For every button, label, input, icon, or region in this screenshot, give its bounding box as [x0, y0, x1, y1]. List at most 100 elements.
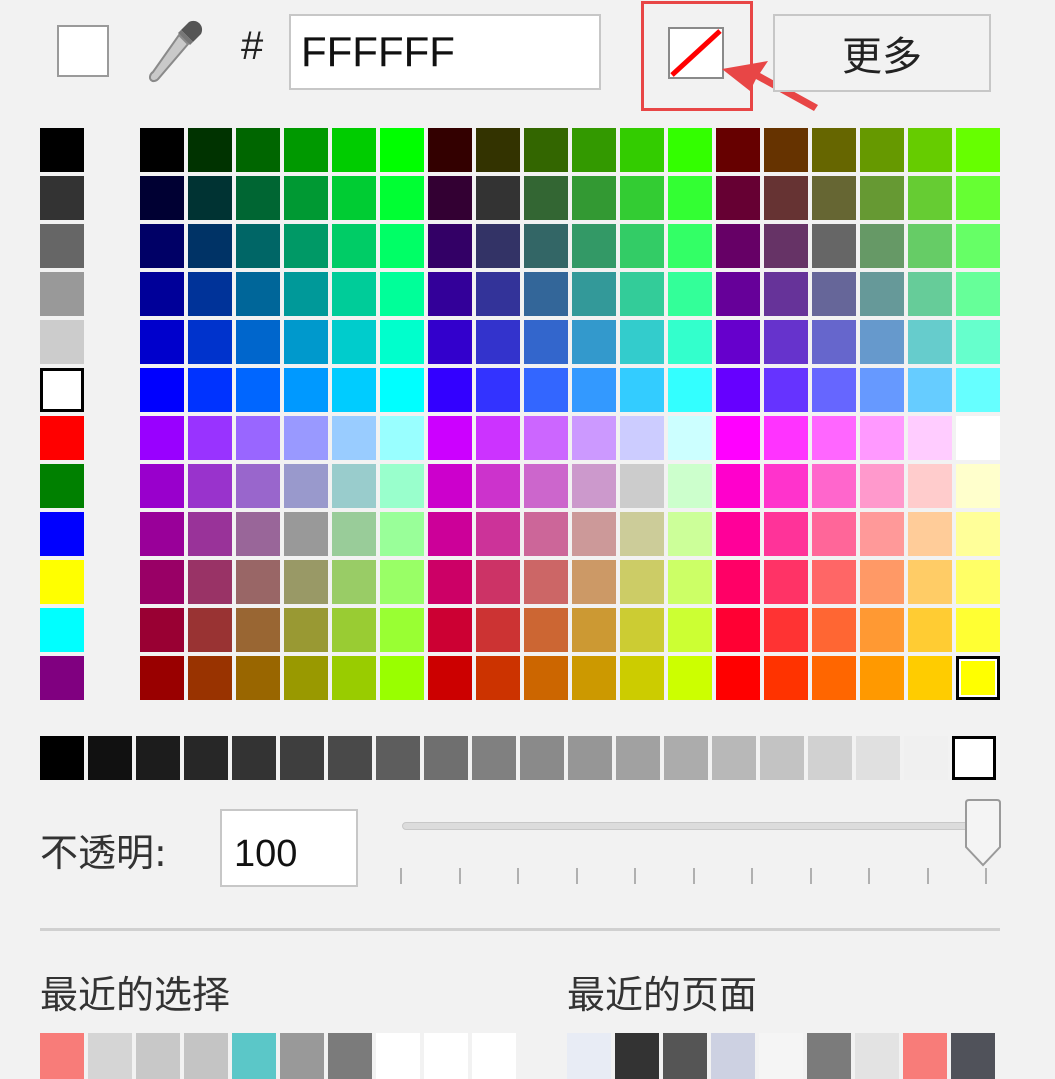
palette-color-swatch[interactable]: [764, 128, 808, 172]
palette-color-swatch[interactable]: [428, 368, 472, 412]
palette-color-swatch[interactable]: [668, 608, 712, 652]
palette-color-swatch[interactable]: [764, 608, 808, 652]
basic-color-swatch[interactable]: [40, 560, 84, 604]
palette-color-swatch[interactable]: [908, 176, 952, 220]
palette-color-swatch[interactable]: [188, 128, 232, 172]
palette-color-swatch[interactable]: [620, 512, 664, 556]
palette-color-swatch[interactable]: [812, 176, 856, 220]
palette-color-swatch[interactable]: [716, 464, 760, 508]
palette-color-swatch[interactable]: [668, 368, 712, 412]
palette-color-swatch[interactable]: [428, 128, 472, 172]
grayscale-swatch[interactable]: [472, 736, 516, 780]
grayscale-swatch[interactable]: [664, 736, 708, 780]
page-color-swatch[interactable]: [807, 1033, 851, 1079]
palette-color-swatch[interactable]: [908, 416, 952, 460]
palette-color-swatch[interactable]: [956, 416, 1000, 460]
palette-color-swatch[interactable]: [380, 656, 424, 700]
palette-color-swatch[interactable]: [572, 560, 616, 604]
palette-color-swatch[interactable]: [284, 368, 328, 412]
palette-color-swatch[interactable]: [428, 464, 472, 508]
palette-color-swatch[interactable]: [284, 128, 328, 172]
recent-color-swatch[interactable]: [88, 1033, 132, 1079]
palette-color-swatch[interactable]: [812, 464, 856, 508]
palette-color-swatch[interactable]: [860, 416, 904, 460]
palette-color-swatch[interactable]: [812, 656, 856, 700]
basic-color-swatch[interactable]: [40, 416, 84, 460]
palette-color-swatch[interactable]: [140, 224, 184, 268]
palette-color-swatch[interactable]: [908, 320, 952, 364]
palette-color-swatch[interactable]: [572, 416, 616, 460]
palette-color-swatch[interactable]: [668, 224, 712, 268]
palette-color-swatch[interactable]: [188, 224, 232, 268]
palette-color-swatch[interactable]: [284, 272, 328, 316]
palette-color-swatch[interactable]: [188, 656, 232, 700]
palette-color-swatch[interactable]: [140, 272, 184, 316]
palette-color-swatch[interactable]: [476, 128, 520, 172]
opacity-slider-track[interactable]: [402, 822, 987, 830]
palette-color-swatch[interactable]: [956, 512, 1000, 556]
palette-color-swatch[interactable]: [332, 128, 376, 172]
recent-color-swatch[interactable]: [376, 1033, 420, 1079]
palette-color-swatch[interactable]: [716, 320, 760, 364]
grayscale-swatch[interactable]: [856, 736, 900, 780]
palette-color-swatch[interactable]: [572, 656, 616, 700]
palette-color-swatch[interactable]: [380, 128, 424, 172]
palette-color-swatch[interactable]: [860, 512, 904, 556]
page-color-swatch[interactable]: [759, 1033, 803, 1079]
palette-color-swatch[interactable]: [428, 416, 472, 460]
page-color-swatch[interactable]: [855, 1033, 899, 1079]
palette-color-swatch[interactable]: [524, 560, 568, 604]
basic-color-swatch[interactable]: [40, 128, 84, 172]
basic-color-swatch[interactable]: [40, 224, 84, 268]
palette-color-swatch[interactable]: [860, 176, 904, 220]
palette-color-swatch[interactable]: [140, 416, 184, 460]
grayscale-swatch[interactable]: [808, 736, 852, 780]
palette-color-swatch[interactable]: [620, 560, 664, 604]
palette-color-swatch[interactable]: [236, 416, 280, 460]
grayscale-swatch[interactable]: [376, 736, 420, 780]
eyedropper-icon[interactable]: [145, 18, 205, 88]
palette-color-swatch[interactable]: [572, 224, 616, 268]
palette-color-swatch[interactable]: [956, 224, 1000, 268]
grayscale-swatch[interactable]: [520, 736, 564, 780]
palette-color-swatch[interactable]: [716, 608, 760, 652]
palette-color-swatch[interactable]: [764, 416, 808, 460]
palette-color-swatch[interactable]: [428, 608, 472, 652]
palette-color-swatch[interactable]: [812, 224, 856, 268]
page-color-swatch[interactable]: [903, 1033, 947, 1079]
palette-color-swatch[interactable]: [572, 512, 616, 556]
palette-color-swatch[interactable]: [476, 224, 520, 268]
palette-color-swatch[interactable]: [812, 368, 856, 412]
palette-color-swatch[interactable]: [812, 272, 856, 316]
palette-color-swatch[interactable]: [572, 176, 616, 220]
palette-color-swatch[interactable]: [860, 368, 904, 412]
palette-color-swatch[interactable]: [956, 176, 1000, 220]
palette-color-swatch[interactable]: [476, 416, 520, 460]
palette-color-swatch[interactable]: [812, 320, 856, 364]
palette-color-swatch[interactable]: [524, 128, 568, 172]
palette-color-swatch[interactable]: [428, 176, 472, 220]
palette-color-swatch[interactable]: [236, 272, 280, 316]
palette-color-swatch[interactable]: [668, 560, 712, 604]
recent-color-swatch[interactable]: [280, 1033, 324, 1079]
palette-color-swatch[interactable]: [380, 608, 424, 652]
palette-color-swatch[interactable]: [284, 416, 328, 460]
palette-color-swatch[interactable]: [524, 416, 568, 460]
palette-color-swatch[interactable]: [332, 416, 376, 460]
grayscale-swatch[interactable]: [232, 736, 276, 780]
palette-color-swatch[interactable]: [140, 464, 184, 508]
recent-color-swatch[interactable]: [184, 1033, 228, 1079]
palette-color-swatch[interactable]: [428, 320, 472, 364]
palette-color-swatch[interactable]: [812, 416, 856, 460]
palette-color-swatch[interactable]: [620, 176, 664, 220]
palette-color-swatch[interactable]: [716, 416, 760, 460]
hex-color-input[interactable]: [289, 14, 601, 90]
palette-color-swatch[interactable]: [380, 224, 424, 268]
palette-color-swatch[interactable]: [764, 560, 808, 604]
palette-color-swatch[interactable]: [284, 224, 328, 268]
palette-color-swatch[interactable]: [860, 560, 904, 604]
palette-color-swatch[interactable]: [188, 368, 232, 412]
palette-color-swatch[interactable]: [524, 464, 568, 508]
palette-color-swatch[interactable]: [332, 656, 376, 700]
opacity-slider-thumb[interactable]: [963, 797, 1003, 869]
